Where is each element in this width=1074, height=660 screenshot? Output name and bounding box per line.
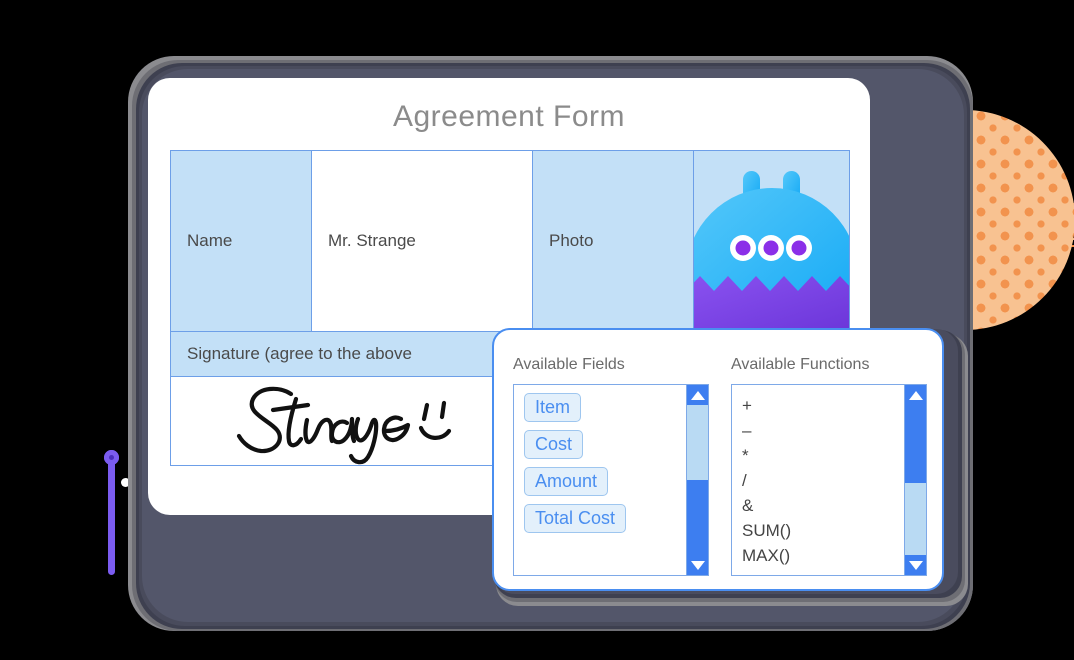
- purple-pin-head: [104, 450, 119, 465]
- cell-label-photo: Photo: [532, 150, 694, 332]
- field-chip-total-cost[interactable]: Total Cost: [524, 504, 627, 533]
- field-chip-cost[interactable]: Cost: [524, 430, 584, 459]
- field-chip-amount[interactable]: Amount: [524, 467, 609, 496]
- function-item-times[interactable]: *: [742, 443, 894, 468]
- available-functions-list: + – * / & SUM() MAX(): [732, 385, 904, 575]
- purple-pin-line: [108, 460, 115, 575]
- functions-scrollbar[interactable]: [904, 385, 926, 575]
- field-chip-item[interactable]: Item: [524, 393, 582, 422]
- fields-scrollbar-thumb[interactable]: [687, 480, 708, 555]
- screenshot-stage: Agreement Form Name Mr. Strange Photo Si…: [0, 0, 1074, 660]
- cell-value-photo[interactable]: [693, 150, 850, 332]
- function-item-sum[interactable]: SUM(): [742, 518, 894, 543]
- monster-avatar-icon: [694, 169, 849, 331]
- fields-scrollbar[interactable]: [686, 385, 708, 575]
- function-item-divide[interactable]: /: [742, 468, 894, 493]
- available-functions-title: Available Functions: [731, 356, 870, 373]
- available-functions-listbox[interactable]: + – * / & SUM() MAX(): [731, 384, 927, 576]
- functions-scroll-down-icon[interactable]: [905, 555, 926, 575]
- function-item-plus[interactable]: +: [742, 393, 894, 418]
- function-item-minus[interactable]: –: [742, 418, 894, 443]
- fields-scroll-up-icon[interactable]: [687, 385, 708, 405]
- fields-scroll-down-icon[interactable]: [687, 555, 708, 575]
- available-fields-listbox[interactable]: Item Cost Amount Total Cost: [513, 384, 709, 576]
- fields-scrollbar-track[interactable]: [687, 405, 708, 555]
- available-fields-list: Item Cost Amount Total Cost: [514, 385, 686, 575]
- functions-scrollbar-thumb[interactable]: [905, 405, 926, 483]
- function-item-concat[interactable]: &: [742, 493, 894, 518]
- signature-drawing: [213, 381, 513, 470]
- available-fields-column: Available Fields Item Cost Amount Total …: [513, 356, 709, 576]
- functions-scroll-up-icon[interactable]: [905, 385, 926, 405]
- available-functions-column: Available Functions + – * / & SUM() MAX(…: [731, 356, 927, 576]
- cell-label-name: Name: [170, 150, 312, 332]
- function-item-max[interactable]: MAX(): [742, 543, 894, 568]
- page-title: Agreement Form: [392, 100, 626, 133]
- available-fields-title: Available Fields: [513, 356, 625, 373]
- table-row: Name Mr. Strange Photo: [170, 150, 850, 332]
- formula-builder-popup: Available Fields Item Cost Amount Total …: [492, 328, 944, 591]
- cell-value-name[interactable]: Mr. Strange: [311, 150, 533, 332]
- functions-scrollbar-track[interactable]: [905, 405, 926, 555]
